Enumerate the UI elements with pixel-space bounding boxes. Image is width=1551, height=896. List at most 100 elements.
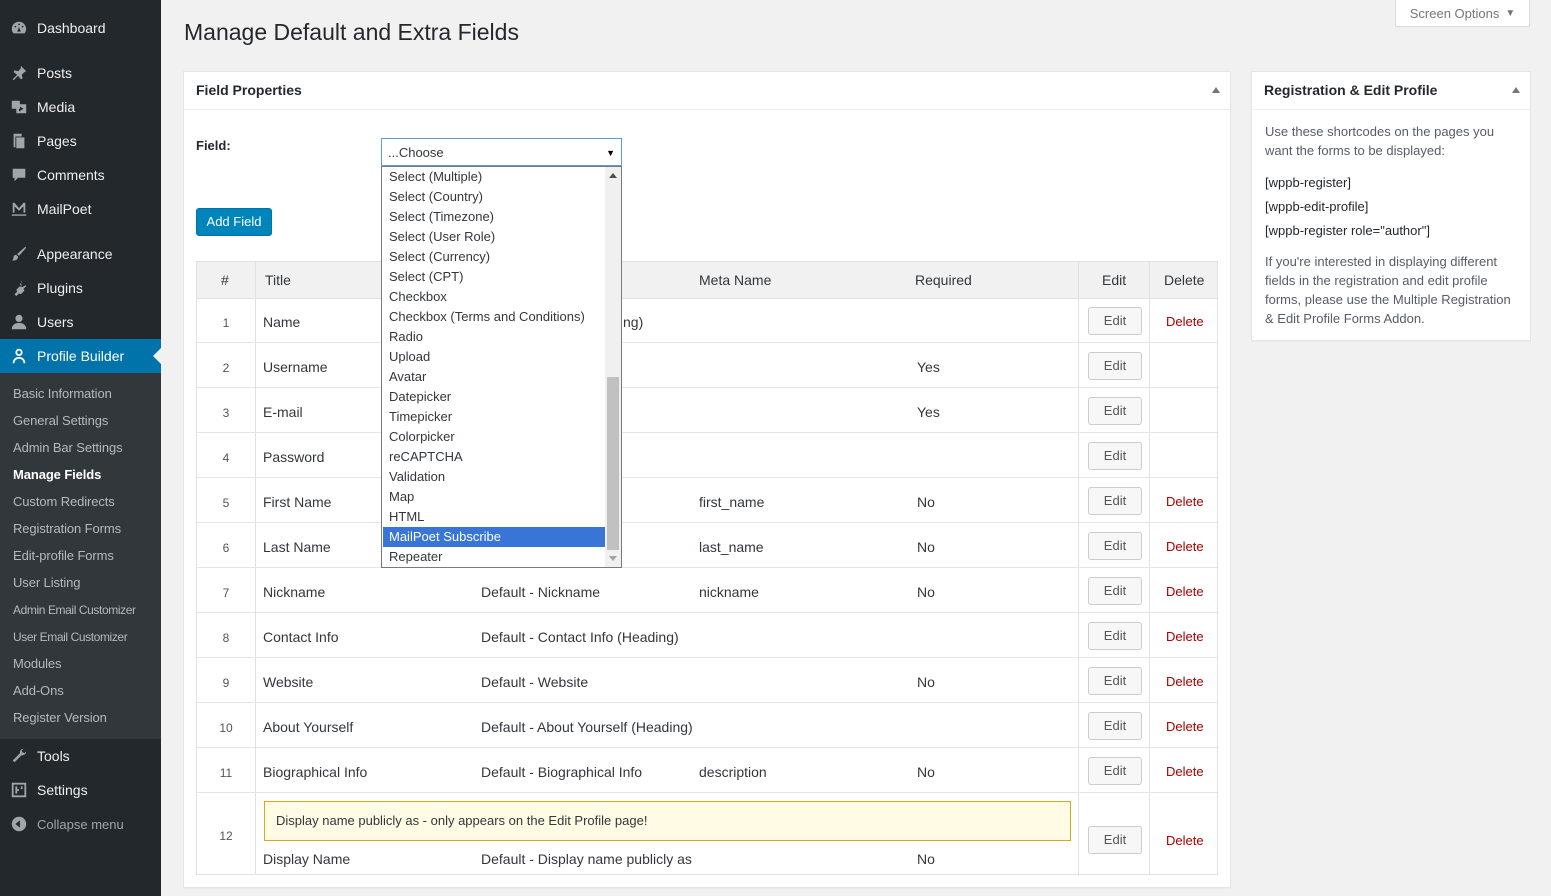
menu-item-comments[interactable]: Comments (0, 158, 161, 192)
delete-link[interactable]: Delete (1166, 764, 1204, 779)
dropdown-scrollbar[interactable] (605, 167, 621, 567)
pin-icon (9, 63, 29, 83)
row-number: 6 (222, 541, 230, 555)
field-type-select[interactable]: ...Choose ▼ (381, 138, 622, 166)
scrollbar-thumb[interactable] (607, 377, 619, 550)
menu-label: Users (37, 314, 74, 330)
menu-item-users[interactable]: Users (0, 305, 161, 339)
scroll-up-arrow-icon[interactable] (609, 173, 617, 178)
submenu-item-current[interactable]: Manage Fields (13, 465, 101, 485)
table-row: 1 Name ng) Edit Delete (197, 298, 1217, 343)
dropdown-option[interactable]: Timepicker (383, 407, 605, 427)
edit-button[interactable]: Edit (1088, 622, 1142, 650)
dropdown-option[interactable]: Repeater (383, 547, 605, 567)
dropdown-option[interactable]: reCAPTCHA (383, 447, 605, 467)
field-title: Password (263, 449, 325, 465)
submenu-item[interactable]: General Settings (13, 411, 108, 431)
menu-item-mailpoet[interactable]: MailPoet (0, 192, 161, 226)
delete-link[interactable]: Delete (1166, 833, 1204, 848)
dropdown-option[interactable]: Avatar (383, 367, 605, 387)
dropdown-option[interactable]: Select (User Role) (383, 227, 605, 247)
submenu-item[interactable]: Admin Bar Settings (13, 438, 123, 458)
submenu-item[interactable]: Basic Information (13, 384, 112, 404)
submenu-item[interactable]: Add-Ons (13, 681, 64, 701)
edit-button[interactable]: Edit (1088, 397, 1142, 425)
delete-link[interactable]: Delete (1166, 539, 1204, 554)
delete-link[interactable]: Delete (1166, 584, 1204, 599)
dropdown-option[interactable]: MailPoet Subscribe (383, 527, 605, 547)
delete-link[interactable]: Delete (1166, 719, 1204, 734)
required-value: No (917, 584, 935, 600)
menu-item-appearance[interactable]: Appearance (0, 237, 161, 271)
profile-builder-submenu: Basic Information General Settings Admin… (0, 373, 161, 739)
plugin-icon (9, 278, 29, 298)
collapse-icon (9, 814, 29, 834)
dropdown-option[interactable]: Checkbox (Terms and Conditions) (383, 307, 605, 327)
dropdown-option[interactable]: Select (Multiple) (383, 167, 605, 187)
dropdown-option[interactable]: Datepicker (383, 387, 605, 407)
submenu-item[interactable]: User Email Customizer (13, 627, 128, 647)
submenu-item[interactable]: Modules (13, 654, 62, 674)
dropdown-option[interactable]: Validation (383, 467, 605, 487)
edit-button[interactable]: Edit (1088, 667, 1142, 695)
collapse-menu-button[interactable]: Collapse menu (0, 807, 161, 841)
dropdown-option[interactable]: Upload (383, 347, 605, 367)
scroll-down-arrow-icon[interactable] (609, 556, 617, 561)
delete-link[interactable]: Delete (1166, 494, 1204, 509)
edit-button[interactable]: Edit (1088, 487, 1142, 515)
edit-button[interactable]: Edit (1088, 307, 1142, 335)
menu-item-pages[interactable]: Pages (0, 124, 161, 158)
dropdown-option[interactable]: Select (Timezone) (383, 207, 605, 227)
submenu-item[interactable]: User Listing (13, 573, 81, 593)
field-type-dropdown-list[interactable]: Select (Multiple) Select (Country) Select … (381, 166, 622, 568)
delete-link[interactable]: Delete (1166, 314, 1204, 329)
menu-item-tools[interactable]: Tools (0, 739, 161, 773)
edit-button[interactable]: Edit (1088, 577, 1142, 605)
field-type: Default - About Yourself (Heading) (481, 719, 693, 735)
submenu-item[interactable]: Register Version (13, 708, 107, 728)
menu-item-media[interactable]: Media (0, 90, 161, 124)
submenu-item[interactable]: Registration Forms (13, 519, 121, 539)
menu-item-settings[interactable]: Settings (0, 773, 161, 807)
dropdown-option[interactable]: Select (CPT) (383, 267, 605, 287)
add-field-button[interactable]: Add Field (196, 208, 272, 236)
edit-button[interactable]: Edit (1088, 712, 1142, 740)
edit-button[interactable]: Edit (1088, 352, 1142, 380)
screen-options-button[interactable]: Screen Options ▼ (1395, 0, 1530, 27)
edit-button[interactable]: Edit (1088, 757, 1142, 785)
field-title: E-mail (263, 404, 303, 420)
menu-item-profile-builder[interactable]: Profile Builder (0, 339, 161, 373)
field-type: Default - Website (481, 674, 589, 690)
dropdown-option[interactable]: Map (383, 487, 605, 507)
table-row: 2 Username Yes Edit (197, 343, 1217, 388)
row-number: 2 (222, 361, 230, 375)
menu-item-plugins[interactable]: Plugins (0, 271, 161, 305)
shortcodes-outro: If you're interested in displaying diffe… (1265, 254, 1511, 326)
pages-icon (9, 131, 29, 151)
edit-button[interactable]: Edit (1088, 442, 1142, 470)
meta-name: nickname (699, 584, 759, 600)
menu-item-dashboard[interactable]: Dashboard (0, 11, 161, 45)
menu-label: Profile Builder (37, 348, 125, 364)
dropdown-option[interactable]: HTML (383, 507, 605, 527)
delete-link[interactable]: Delete (1166, 629, 1204, 644)
dropdown-option[interactable]: Radio (383, 327, 605, 347)
edit-button[interactable]: Edit (1088, 826, 1142, 854)
required-value: Yes (917, 404, 940, 420)
dropdown-option[interactable]: Checkbox (383, 287, 605, 307)
table-row: 5 First Name first_name No Edit Delete (197, 478, 1217, 523)
dropdown-option[interactable]: Select (Currency) (383, 247, 605, 267)
submenu-item[interactable]: Edit-profile Forms (13, 546, 114, 566)
collapse-arrow-icon[interactable] (1212, 87, 1220, 93)
collapse-arrow-icon[interactable] (1512, 87, 1520, 93)
delete-link[interactable]: Delete (1166, 674, 1204, 689)
menu-item-posts[interactable]: Posts (0, 56, 161, 90)
dropdown-option[interactable]: Select (Country) (383, 187, 605, 207)
menu-label: Media (37, 99, 76, 115)
submenu-item[interactable]: Custom Redirects (13, 492, 115, 512)
submenu-item[interactable]: Admin Email Customizer (13, 600, 136, 620)
user-icon (9, 312, 29, 332)
dropdown-option[interactable]: Colorpicker (383, 427, 605, 447)
edit-button[interactable]: Edit (1088, 532, 1142, 560)
caret-down-icon: ▼ (606, 148, 615, 158)
